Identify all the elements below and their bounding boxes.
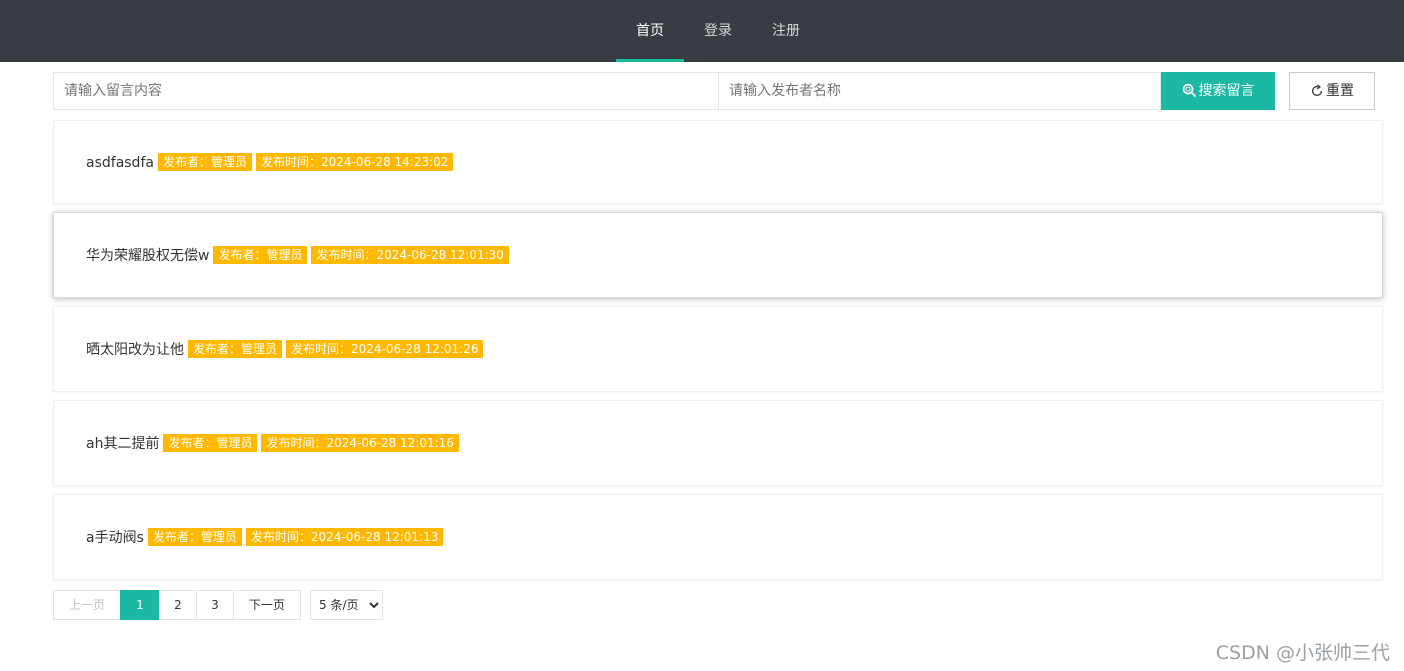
message-body: ah其二提前 发布者：管理员 发布时间：2024-06-28 12:01:16 — [86, 433, 459, 453]
page-1-button[interactable]: 1 — [120, 590, 160, 620]
publisher-badge: 发布者：管理员 — [188, 340, 283, 358]
nav-item-register[interactable]: 注册 — [752, 0, 820, 62]
page-size-select[interactable]: 5 条/页 — [310, 590, 383, 620]
message-body: a手动阀s 发布者：管理员 发布时间：2024-06-28 12:01:13 — [86, 527, 444, 547]
message-text: a手动阀s — [86, 530, 144, 546]
nav-item-login[interactable]: 登录 — [684, 0, 752, 62]
message-card[interactable]: a手动阀s 发布者：管理员 发布时间：2024-06-28 12:01:13 — [53, 494, 1383, 580]
message-text: ah其二提前 — [86, 436, 160, 452]
message-text: 华为荣耀股权无偿w — [86, 248, 210, 264]
watermark: CSDN @小张帅三代 — [1215, 642, 1390, 664]
page-3-button[interactable]: 3 — [196, 590, 234, 620]
time-badge: 发布时间：2024-06-28 12:01:30 — [311, 246, 509, 264]
message-body: asdfasdfa 发布者：管理员 发布时间：2024-06-28 14:23:02 — [86, 153, 454, 171]
top-navigation-bar: 首页 登录 注册 — [0, 0, 1404, 62]
search-icon — [1182, 83, 1196, 98]
next-page-button[interactable]: 下一页 — [233, 590, 301, 620]
reset-button[interactable]: 重置 — [1289, 72, 1375, 110]
message-card[interactable]: asdfasdfa 发布者：管理员 发布时间：2024-06-28 14:23:02 — [53, 120, 1383, 204]
publisher-badge: 发布者：管理员 — [163, 434, 258, 452]
message-card[interactable]: 华为荣耀股权无偿w 发布者：管理员 发布时间：2024-06-28 12:01:30 — [53, 212, 1383, 298]
message-text: 晒太阳改为让他 — [86, 342, 184, 358]
message-card[interactable]: 晒太阳改为让他 发布者：管理员 发布时间：2024-06-28 12:01:26 — [53, 306, 1383, 392]
message-card[interactable]: ah其二提前 发布者：管理员 发布时间：2024-06-28 12:01:16 — [53, 400, 1383, 486]
message-text: asdfasdfa — [86, 155, 154, 171]
time-badge: 发布时间：2024-06-28 14:23:02 — [255, 153, 454, 171]
time-badge: 发布时间：2024-06-28 12:01:26 — [286, 340, 484, 358]
refresh-icon — [1312, 84, 1322, 96]
pagination: 上一页 1 2 3 下一页 — [53, 590, 301, 620]
message-body: 华为荣耀股权无偿w 发布者：管理员 发布时间：2024-06-28 12:01:30 — [86, 245, 509, 265]
nav-item-home[interactable]: 首页 — [616, 0, 684, 62]
time-badge: 发布时间：2024-06-28 12:01:16 — [261, 434, 459, 452]
content-search-input[interactable] — [53, 72, 719, 110]
search-button[interactable]: 搜索留言 — [1161, 72, 1275, 110]
publisher-search-input[interactable] — [718, 72, 1161, 110]
search-button-label: 搜索留言 — [1198, 83, 1255, 99]
publisher-badge: 发布者：管理员 — [213, 246, 308, 264]
publisher-badge: 发布者：管理员 — [157, 153, 252, 171]
prev-page-button[interactable]: 上一页 — [53, 590, 121, 620]
reset-button-label: 重置 — [1326, 83, 1354, 99]
publisher-badge: 发布者：管理员 — [147, 528, 242, 546]
message-body: 晒太阳改为让他 发布者：管理员 发布时间：2024-06-28 12:01:26 — [86, 339, 484, 359]
time-badge: 发布时间：2024-06-28 12:01:13 — [245, 528, 444, 546]
page-2-button[interactable]: 2 — [159, 590, 197, 620]
